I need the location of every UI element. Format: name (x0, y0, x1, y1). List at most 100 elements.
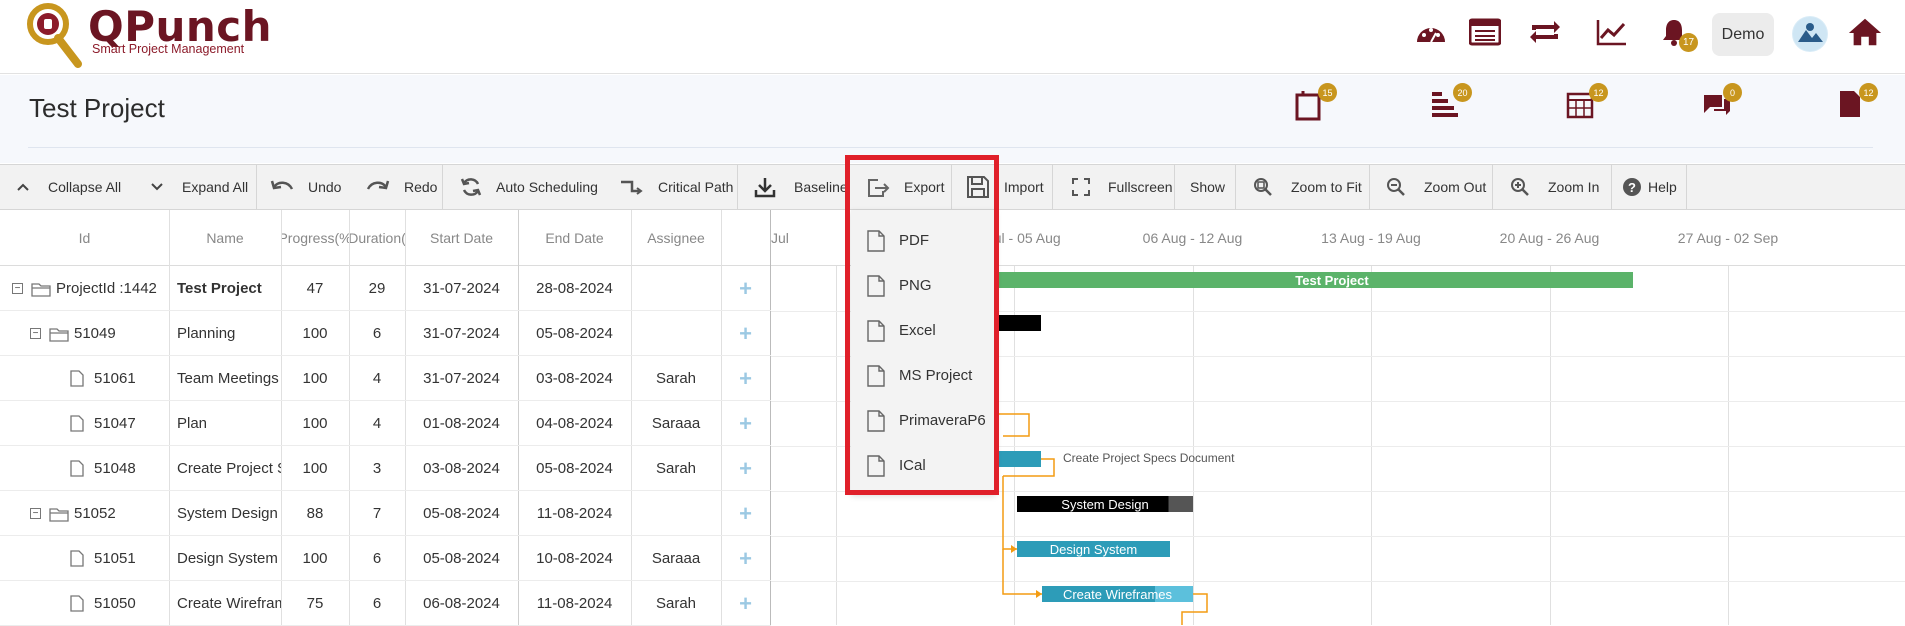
zoom-out-button[interactable]: Zoom Out (1386, 165, 1486, 209)
redo-label: Redo (404, 179, 438, 195)
cell-id: − 51052 (30, 491, 169, 536)
add-task-button[interactable]: + (721, 491, 770, 536)
chart-line-icon[interactable] (1594, 14, 1630, 50)
cell-progress: 47 (306, 280, 324, 297)
baseline-button[interactable]: Baseline (754, 165, 848, 209)
column-header-name[interactable]: Name (169, 210, 281, 266)
baseline-label: Baseline (794, 179, 848, 195)
cell-end-date: 28-08-2024 (536, 280, 613, 297)
sync-icon[interactable] (1527, 14, 1563, 50)
toolbar-separator (951, 165, 952, 209)
cell-duration: 29 (368, 280, 386, 297)
file-icon (867, 274, 885, 297)
export-primavera-option[interactable]: PrimaveraP6 (851, 398, 996, 443)
import-button[interactable]: Import (966, 165, 1044, 209)
table-row[interactable]: 51048 Create Project S 100 3 03-08-2024 … (0, 446, 771, 491)
column-header-assignee[interactable]: Assignee (631, 210, 721, 266)
cell-name: Design System (177, 550, 278, 567)
folder-icon (49, 507, 69, 522)
cell-start-date: 05-08-2024 (423, 550, 500, 567)
bell-icon[interactable]: 17 (1656, 14, 1698, 52)
zoom-to-fit-button[interactable]: Zoom to Fit (1253, 165, 1362, 209)
plus-icon: + (739, 410, 752, 436)
cell-end-date: 11-08-2024 (536, 505, 613, 522)
undo-button[interactable]: Undo (270, 165, 341, 209)
collapse-toggle-icon[interactable]: − (30, 328, 41, 339)
qpunch-logo[interactable]: QPunch Smart Project Management (26, 0, 272, 74)
row-id: 51051 (94, 550, 136, 567)
calendar-icon[interactable]: 12 (1566, 83, 1608, 121)
document-icon[interactable]: 12 (1836, 83, 1878, 121)
dashboard-icon[interactable] (1413, 14, 1449, 50)
zoom-in-button[interactable]: Zoom In (1510, 165, 1599, 209)
table-row[interactable]: 51061 Team Meetings 100 4 31-07-2024 03-… (0, 356, 771, 401)
cell-start-date: 05-08-2024 (423, 505, 500, 522)
user-menu-button[interactable]: Demo (1712, 13, 1774, 56)
user-avatar[interactable] (1792, 16, 1828, 52)
help-button[interactable]: ? Help (1622, 165, 1677, 209)
add-task-button[interactable]: + (721, 266, 770, 311)
refresh-icon (460, 178, 482, 196)
table-row[interactable]: 51050 Create Wirefram 75 6 06-08-2024 11… (0, 581, 771, 626)
export-png-option[interactable]: PNG (851, 263, 996, 308)
fullscreen-button[interactable]: Fullscreen (1072, 165, 1173, 209)
table-row[interactable]: − 51052 System Design 88 7 05-08-2024 11… (0, 491, 771, 536)
export-pdf-option[interactable]: PDF (851, 218, 996, 263)
column-header-end-date[interactable]: End Date (518, 210, 631, 266)
collapse-all-button[interactable]: Collapse All (16, 165, 121, 209)
cell-progress: 88 (306, 505, 324, 522)
task-grid: Id Name Progress(% Duration( Start Date … (0, 210, 771, 626)
export-ms-project-option[interactable]: MS Project (851, 353, 996, 398)
add-task-button[interactable]: + (721, 401, 770, 446)
toolbar-separator (1369, 165, 1370, 209)
comments-icon[interactable]: 0 (1700, 83, 1742, 121)
plus-icon: + (739, 320, 752, 346)
redo-button[interactable]: Redo (366, 165, 437, 209)
cell-duration: 6 (372, 550, 382, 567)
table-row[interactable]: 51051 Design System 100 6 05-08-2024 10-… (0, 536, 771, 581)
cell-assignee: Sarah (655, 370, 697, 387)
show-button[interactable]: Show (1190, 165, 1225, 209)
add-task-button[interactable]: + (721, 311, 770, 356)
cell-end-date: 05-08-2024 (536, 460, 613, 477)
file-icon (867, 409, 885, 432)
stack-icon[interactable]: 20 (1430, 83, 1472, 121)
column-header-start-date[interactable]: Start Date (405, 210, 518, 266)
home-icon[interactable] (1847, 14, 1883, 50)
table-row[interactable]: − ProjectId :1442 Test Project 47 29 31-… (0, 266, 771, 311)
add-task-button[interactable]: + (721, 446, 770, 491)
table-row[interactable]: 51047 Plan 100 4 01-08-2024 04-08-2024 S… (0, 401, 771, 446)
column-header-progress[interactable]: Progress(% (281, 210, 349, 266)
list-icon[interactable] (1467, 14, 1503, 50)
folder-icon (49, 327, 69, 342)
collapse-toggle-icon[interactable]: − (12, 283, 23, 294)
column-header-duration[interactable]: Duration( (349, 210, 405, 266)
cell-start-date: 31-07-2024 (423, 280, 500, 297)
cell-name: Planning (177, 325, 236, 342)
column-header-id[interactable]: Id (0, 210, 169, 266)
add-task-button[interactable]: + (721, 581, 770, 626)
table-row[interactable]: − 51049 Planning 100 6 31-07-2024 05-08-… (0, 311, 771, 356)
add-task-button[interactable]: + (721, 536, 770, 581)
cell-id: − 51049 (30, 311, 169, 356)
cell-end-date: 11-08-2024 (536, 595, 613, 612)
export-excel-option[interactable]: Excel (851, 308, 996, 353)
expand-all-button[interactable]: Expand All (150, 165, 248, 209)
export-ical-option[interactable]: ICal (851, 443, 996, 488)
grid-header: Id Name Progress(% Duration( Start Date … (0, 210, 771, 266)
cell-duration: 6 (372, 595, 382, 612)
plus-icon: + (739, 545, 752, 571)
tasks-icon[interactable]: 15 (1295, 83, 1337, 121)
row-id: 51049 (74, 325, 116, 342)
auto-scheduling-button[interactable]: Auto Scheduling (460, 165, 598, 209)
critical-path-button[interactable]: Critical Path (620, 165, 733, 209)
add-task-button[interactable]: + (721, 356, 770, 401)
undo-icon (270, 180, 294, 190)
cell-progress: 100 (302, 370, 328, 387)
zoom-to-fit-label: Zoom to Fit (1291, 179, 1362, 195)
collapse-toggle-icon[interactable]: − (30, 508, 41, 519)
cell-id: 51051 (70, 536, 169, 581)
export-button[interactable]: Export (866, 165, 944, 209)
cell-name: Test Project (177, 280, 262, 297)
cell-name: Plan (177, 415, 208, 432)
